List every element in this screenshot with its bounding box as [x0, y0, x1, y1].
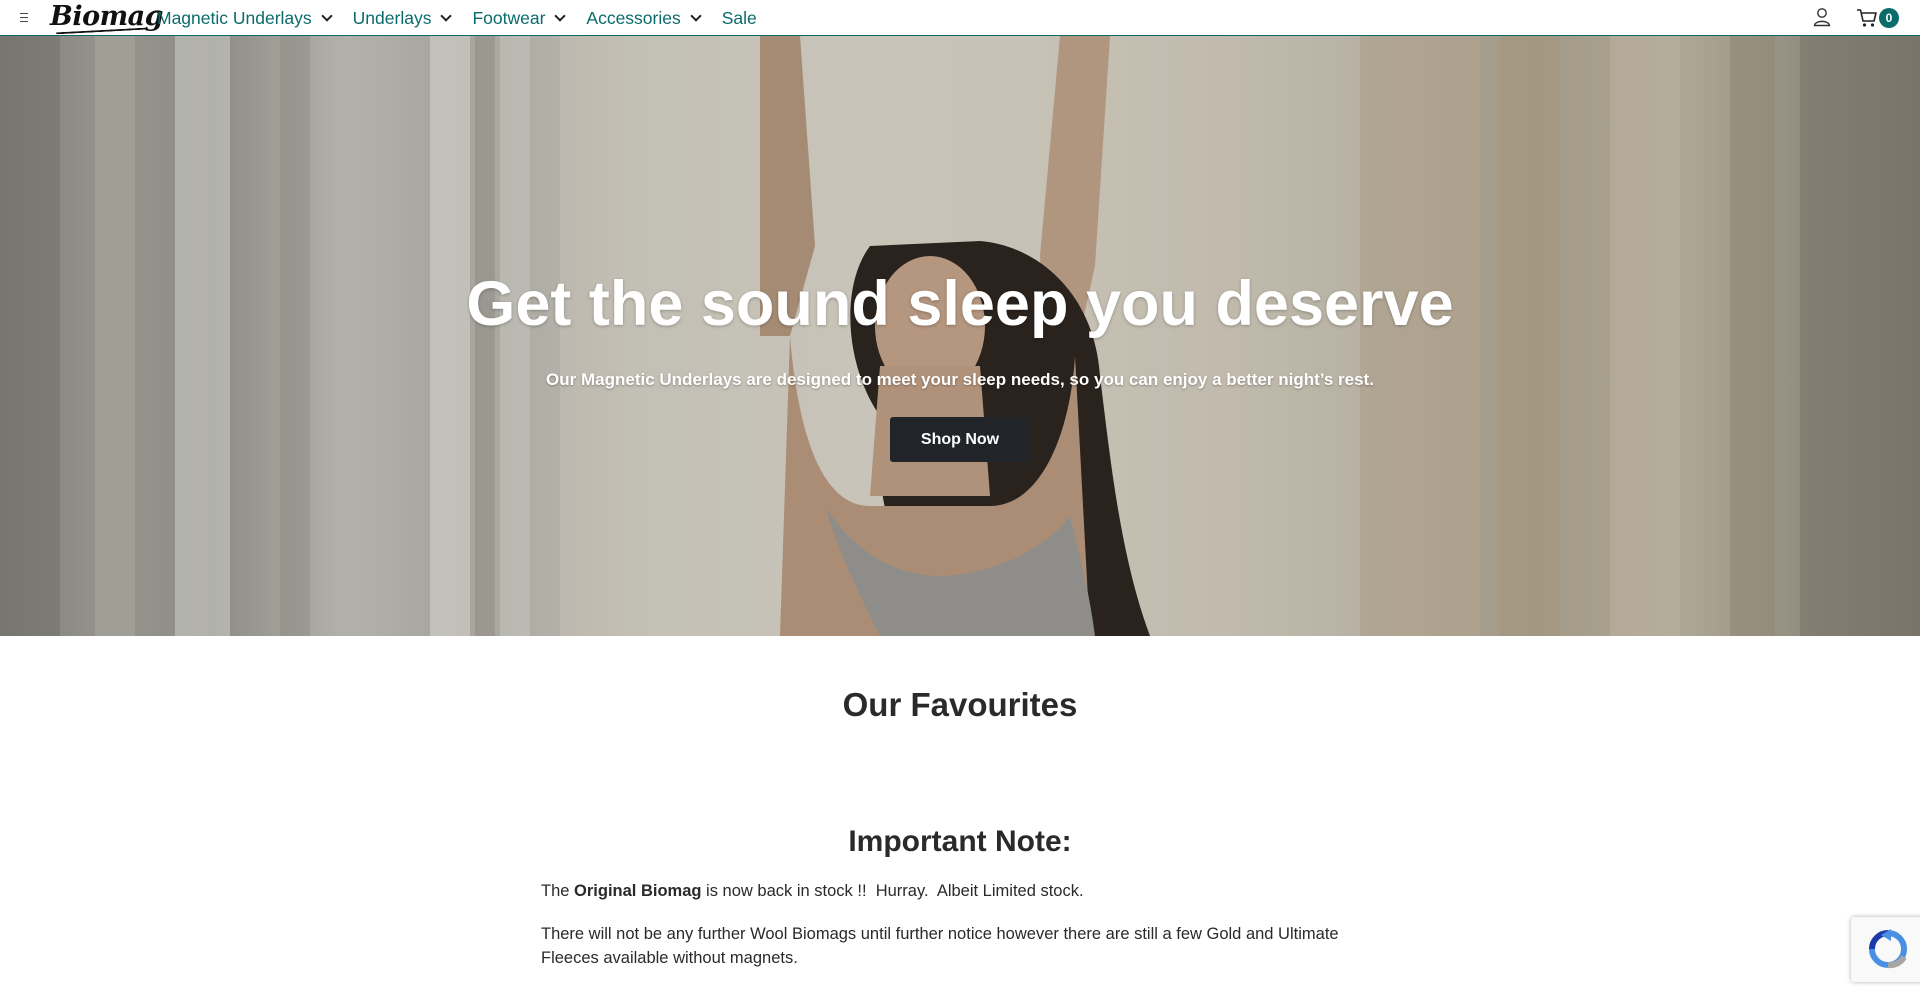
note-paragraph-1: The Original Biomag is now back in stock…: [541, 882, 1381, 901]
user-account-icon[interactable]: [1813, 7, 1831, 27]
important-note-heading: Important Note:: [848, 825, 1072, 858]
cart-count-badge: 0: [1879, 8, 1899, 28]
nav-item-sale[interactable]: Sale: [722, 8, 757, 29]
chevron-down-icon: [440, 9, 453, 22]
note-p1-suffix: is now back in stock !! Hurray. Albeit L…: [701, 882, 1084, 900]
cart-icon: [1857, 9, 1877, 27]
note-p1-bold: Original Biomag: [574, 882, 702, 900]
chevron-down-icon: [320, 9, 333, 22]
main-menu: Magnetic Underlays Underlays Footwear Ac…: [157, 0, 779, 36]
nav-item-label: Footwear: [472, 7, 546, 28]
note-paragraph-2: There will not be any further Wool Bioma…: [541, 925, 1339, 967]
nav-item-label: Sale: [721, 7, 757, 28]
nav-item-footwear[interactable]: Footwear: [472, 7, 567, 29]
recaptcha-icon: [1869, 929, 1907, 969]
nav-item-label: Accessories: [586, 7, 681, 28]
top-nav: Biomag Magnetic Underlays Underlays Foot…: [0, 0, 1920, 36]
nav-item-magnetic-underlays[interactable]: Magnetic Underlays: [157, 7, 333, 29]
hero-subtitle: Our Magnetic Underlays are designed to m…: [546, 370, 1374, 389]
chevron-down-icon: [554, 9, 567, 22]
favourites-heading: Our Favourites: [842, 686, 1078, 723]
cart-button[interactable]: 0: [1856, 7, 1899, 29]
nav-item-label: Underlays: [352, 7, 432, 28]
hero-banner: Get the sound sleep you deserve Our Magn…: [0, 36, 1920, 636]
nav-item-label: Magnetic Underlays: [157, 7, 312, 28]
shop-now-button[interactable]: Shop Now: [890, 417, 1030, 462]
user-icon: [1813, 8, 1831, 27]
note-p1-prefix: The: [541, 882, 575, 900]
menu-icon[interactable]: [18, 10, 32, 24]
nav-item-underlays[interactable]: Underlays: [352, 7, 453, 29]
chevron-down-icon: [690, 9, 702, 22]
hero-title: Get the sound sleep you deserve: [466, 269, 1454, 339]
recaptcha-badge[interactable]: [1851, 917, 1920, 982]
nav-item-accessories[interactable]: Accessories: [586, 7, 702, 29]
